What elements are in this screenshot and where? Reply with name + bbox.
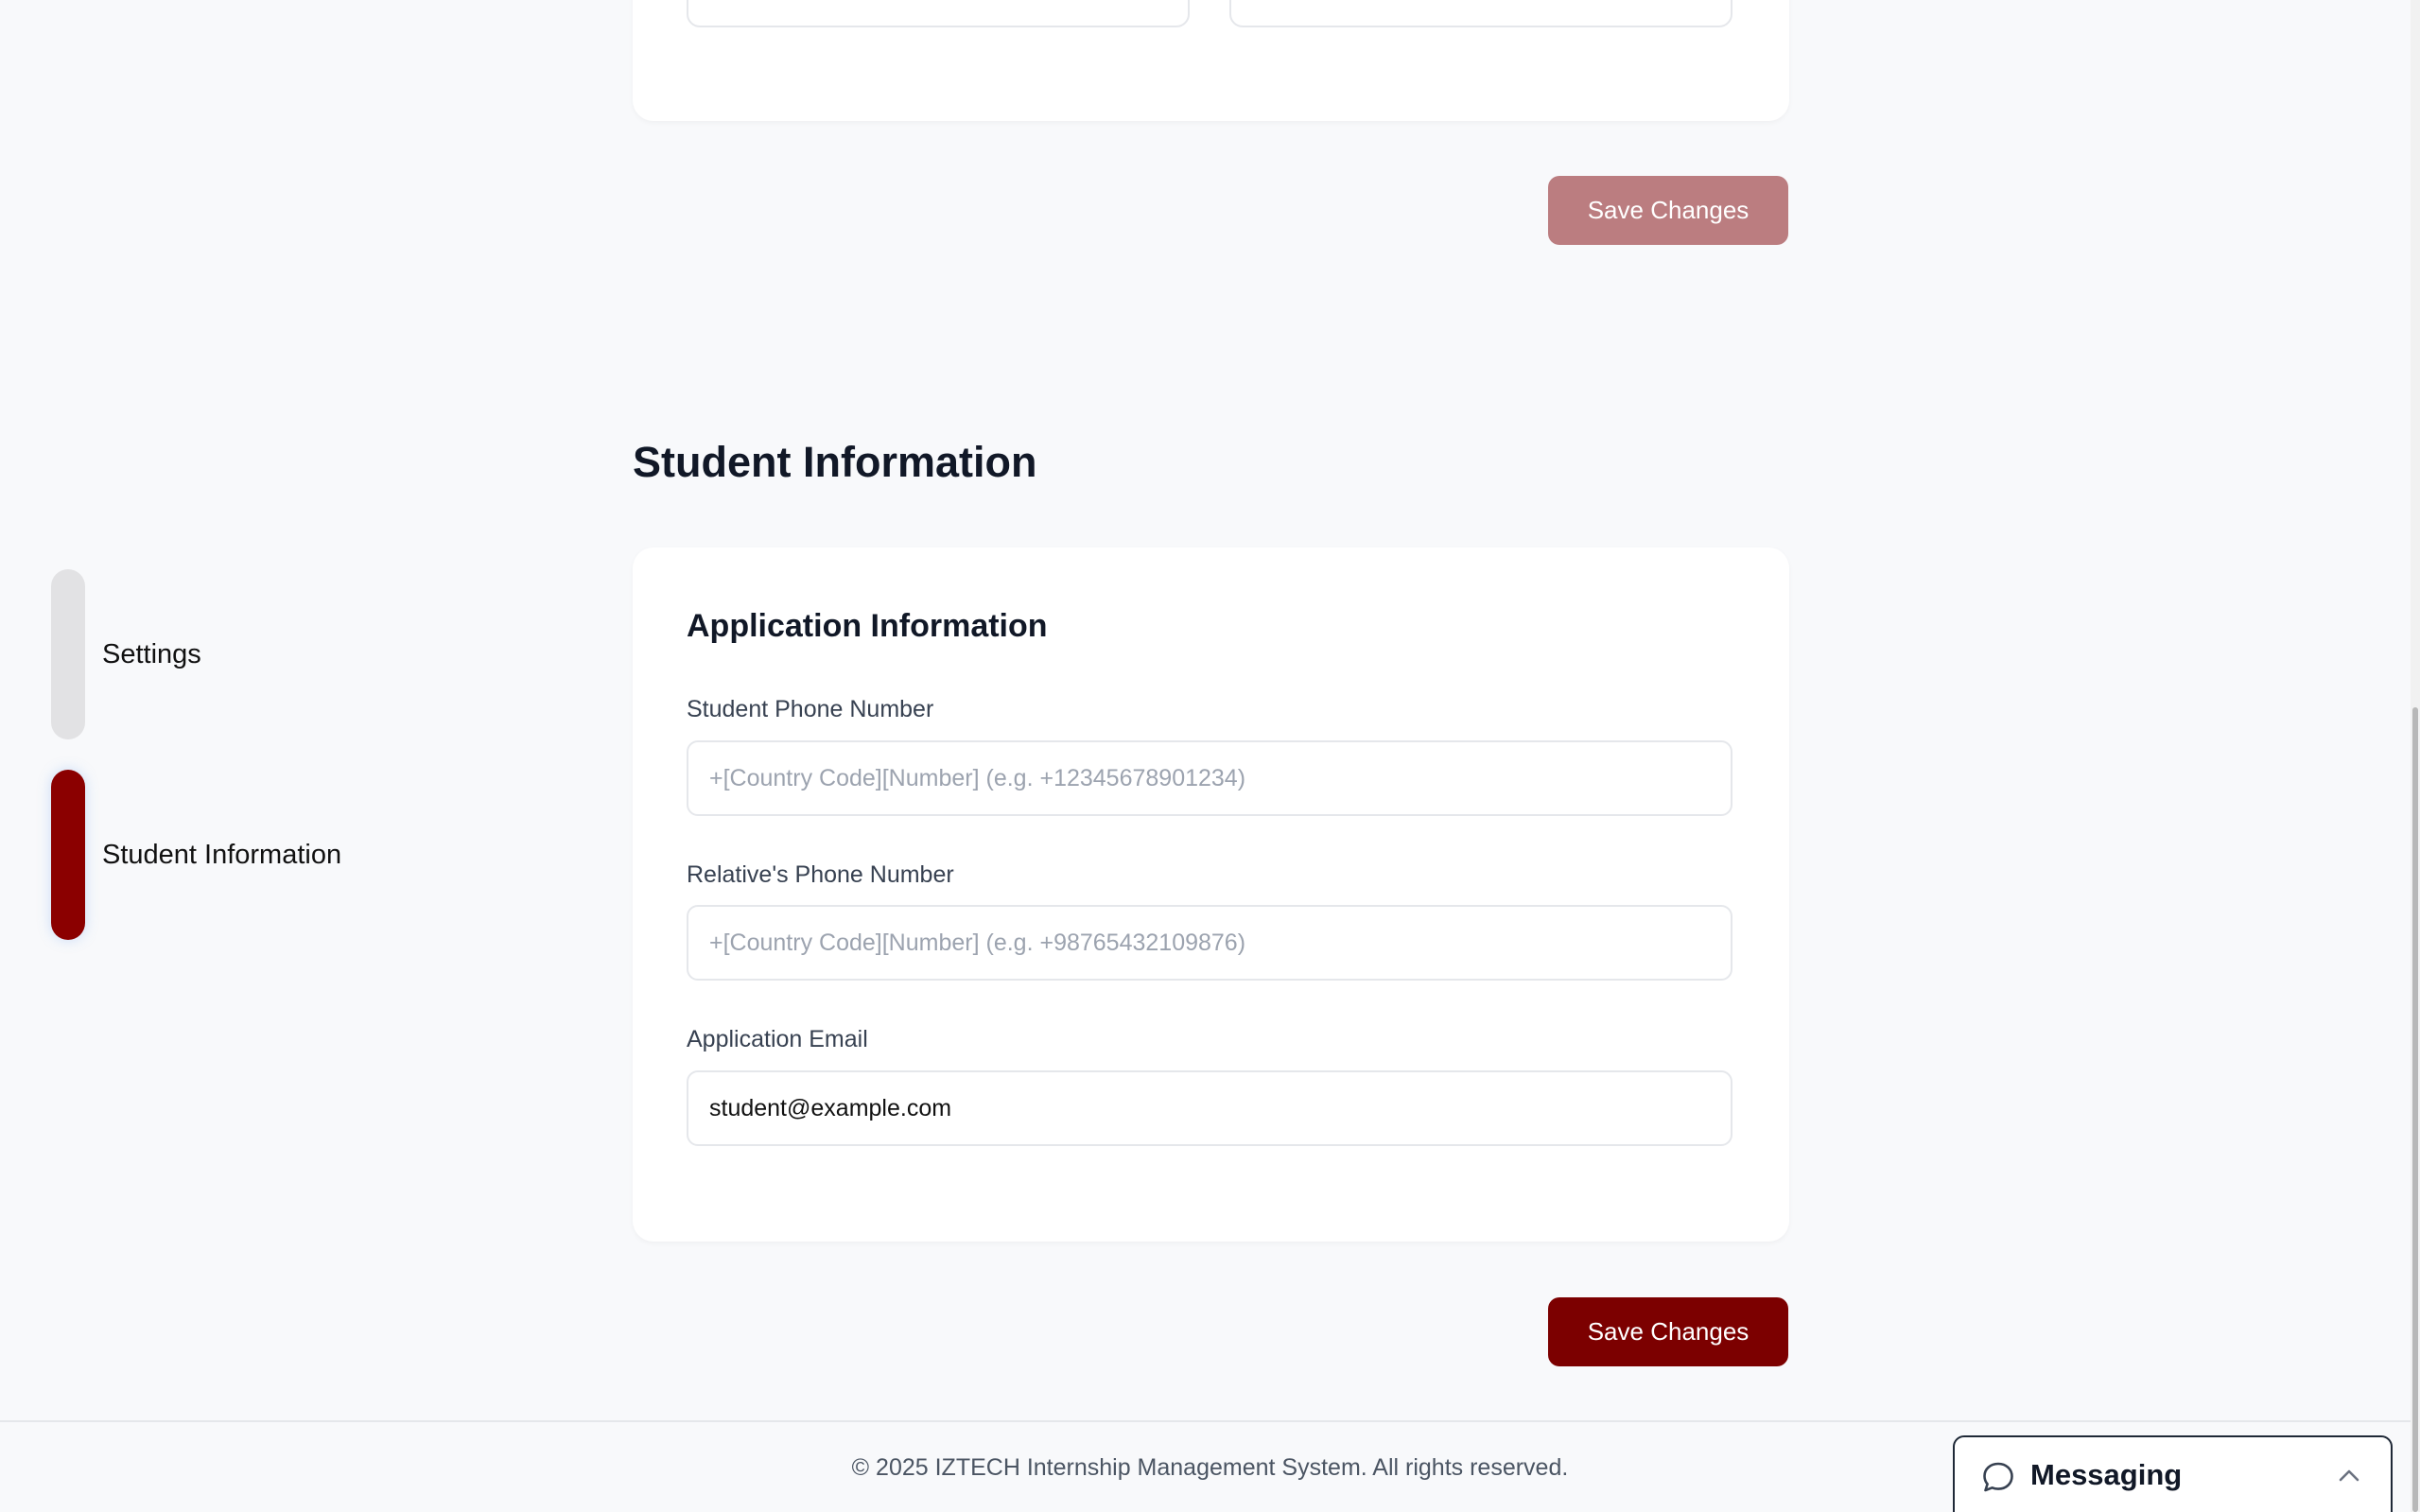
- sidebar-item-settings[interactable]: Settings: [51, 569, 201, 739]
- student-phone-input[interactable]: [687, 740, 1732, 816]
- nav-indicator-active: [51, 770, 85, 940]
- application-email-label: Application Email: [687, 1026, 868, 1052]
- sidebar-item-label: Settings: [102, 638, 201, 669]
- messaging-widget[interactable]: Messaging: [1953, 1435, 2393, 1512]
- scrollbar-thumb[interactable]: [2412, 707, 2418, 1512]
- save-changes-button-password[interactable]: Save Changes: [1548, 176, 1788, 245]
- relative-phone-input[interactable]: [687, 905, 1732, 981]
- save-changes-button[interactable]: Save Changes: [1548, 1297, 1788, 1366]
- chevron-up-icon[interactable]: [2338, 1468, 2360, 1483]
- password-card: [633, 0, 1789, 121]
- password-field[interactable]: [687, 0, 1190, 27]
- confirm-password-field[interactable]: [1229, 0, 1732, 27]
- card-title: Application Information: [687, 608, 1048, 644]
- nav-indicator-inactive: [51, 569, 85, 739]
- messaging-title: Messaging: [2030, 1458, 2183, 1491]
- sidebar-item-student-information[interactable]: Student Information: [51, 770, 341, 940]
- relative-phone-label: Relative's Phone Number: [687, 861, 954, 888]
- chat-bubble-icon: [1983, 1462, 2013, 1492]
- application-email-input[interactable]: [687, 1070, 1732, 1146]
- section-title: Student Information: [633, 438, 1037, 486]
- application-information-card: Application Information Student Phone Nu…: [633, 547, 1789, 1242]
- sidebar-item-label: Student Information: [102, 839, 342, 870]
- student-phone-label: Student Phone Number: [687, 696, 934, 722]
